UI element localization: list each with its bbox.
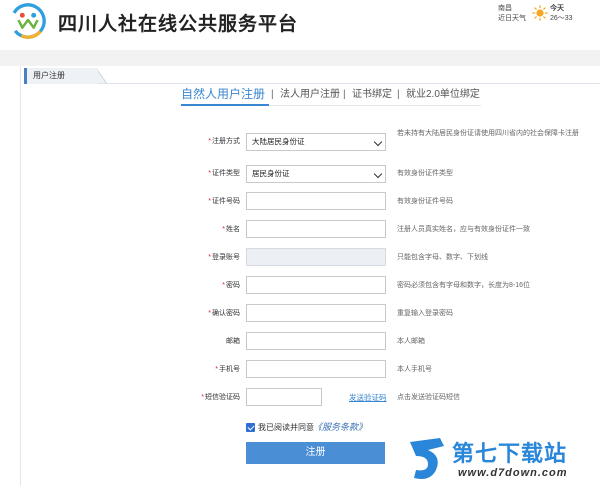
name-input[interactable] [246,220,386,238]
confirm-password-input[interactable] [246,304,386,322]
tab-legal-person[interactable]: 法人用户注册 [280,86,340,104]
name-label: *姓名 [222,226,240,233]
agree-checkbox[interactable] [246,423,255,432]
header-divider-band [0,50,600,66]
terms-link[interactable]: 《服务条款》 [313,421,367,433]
tab-employment-unit-binding[interactable]: 就业2.0单位绑定 [406,86,480,104]
weather-temperature: 26～33 [550,15,573,22]
site-title: 四川人社在线公共服务平台 [58,13,299,35]
sms-code-input[interactable] [246,388,322,406]
chevron-down-icon [373,169,383,179]
confirm-password-hint: 重复输入登录密码 [397,310,453,317]
login-account-hint: 只能包含字母、数字、下划线 [397,254,488,261]
phone-hint: 本人手机号 [397,366,432,373]
login-account-input [246,248,386,266]
agree-text: 我已阅读并同意 [258,423,314,432]
name-hint: 注册人员真实姓名，应与有效身份证件一致 [397,226,530,233]
sms-code-hint: 点击发送验证码短信 [397,394,460,401]
site-logo-icon[interactable] [9,2,47,40]
register-button[interactable]: 注册 [246,442,385,464]
active-tab-underline [181,104,269,106]
id-number-input[interactable] [246,192,386,210]
weather-recent-label: 近日天气 [498,15,526,22]
watermark-url: www.d7down.com [458,467,568,479]
watermark-title: 第七下载站 [452,442,568,467]
tab-separator: | [397,89,400,100]
tab-separator: | [271,89,274,100]
watermark: 第七下载站 www.d7down.com [406,434,600,486]
weather-today-label: 今天 [550,5,564,12]
id-number-label: *证件号码 [208,198,240,205]
email-hint: 本人邮箱 [397,338,425,345]
send-code-link[interactable]: 发送验证码 [349,392,387,403]
phone-label: *手机号 [215,366,240,373]
tab-natural-person[interactable]: 自然人用户注册 [181,86,265,102]
tab-separator: | [343,89,346,100]
email-label: 邮箱 [226,338,240,345]
password-label: *密码 [222,282,240,289]
register-method-label: *注册方式 [208,138,240,145]
tab-certificate-binding[interactable]: 证书绑定 [352,86,392,104]
breadcrumb-divider [98,83,600,84]
weather-city: 南昌 [498,5,512,12]
register-method-select[interactable]: 大陆居民身份证 [246,133,386,151]
email-field[interactable] [246,332,386,350]
id-type-label: *证件类型 [208,170,240,177]
password-hint: 密码必须包含有字母和数字，长度为8-16位 [397,282,531,289]
breadcrumb: 用户注册 [24,68,98,84]
id-type-hint: 有效身份证件类型 [397,170,453,177]
password-input[interactable] [246,276,386,294]
sun-icon [532,5,548,21]
register-method-hint: 若未持有大陆居民身份证请使用四川省内的社会保障卡注册 [397,130,579,137]
chevron-down-icon [373,137,383,147]
id-number-hint: 有效身份证件号码 [397,198,453,205]
sms-code-label: *短信验证码 [201,394,240,401]
confirm-password-label: *确认密码 [208,310,240,317]
site-header: 四川人社在线公共服务平台 南昌 近日天气 今天 26～33 [0,0,600,50]
id-type-select[interactable]: 居民身份证 [246,165,386,183]
phone-input[interactable] [246,360,386,378]
login-account-label: *登录账号 [208,254,240,261]
watermark-logo-icon [410,438,444,479]
